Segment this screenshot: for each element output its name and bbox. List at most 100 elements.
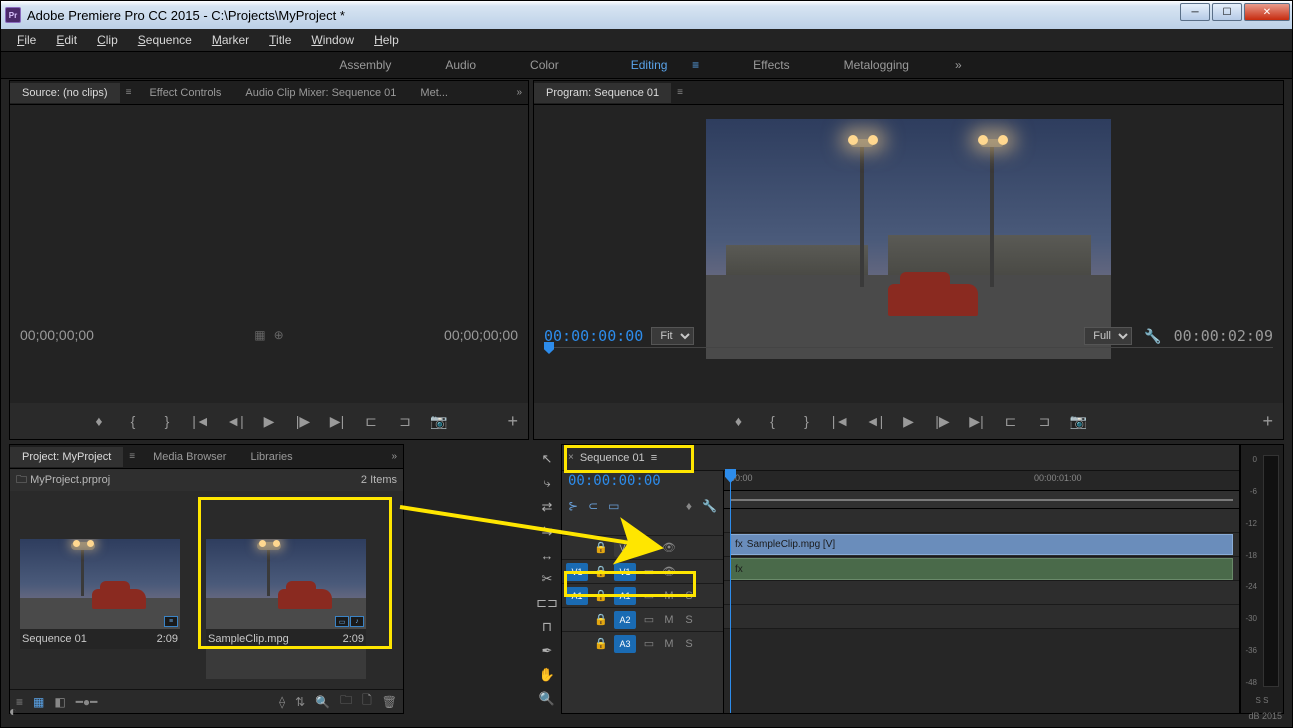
toggle-output-icon[interactable]: ▭ [642, 589, 656, 602]
icon-view-icon[interactable]: ▦ [33, 695, 44, 709]
maximize-button[interactable]: ☐ [1212, 3, 1242, 21]
pen-tool-icon[interactable]: ✒ [537, 642, 557, 660]
menu-marker[interactable]: Marker [204, 31, 257, 49]
delete-icon[interactable]: 🗑 [382, 695, 397, 709]
workspace-color[interactable]: Color [512, 54, 577, 76]
program-scrubber[interactable] [544, 347, 1273, 361]
timeline-tracks-area[interactable]: 00:00 00:00:01:00 fxSampleClip.mpg [V] f… [724, 471, 1239, 713]
menu-clip[interactable]: Clip [89, 31, 126, 49]
meter-solo-label[interactable]: S S [1241, 696, 1283, 705]
track-v2[interactable] [724, 509, 1239, 533]
tab-close-icon[interactable]: × [568, 452, 574, 463]
snap-icon[interactable]: ⊱ [568, 499, 578, 513]
step-forward-icon[interactable]: |▶ [294, 413, 312, 430]
mark-out-icon[interactable]: } [158, 413, 176, 429]
track-a1[interactable]: fx [724, 557, 1239, 581]
button-editor-icon[interactable]: + [1262, 411, 1273, 432]
track-tag-v2[interactable]: V2 [614, 539, 636, 557]
new-bin-icon[interactable]: 🗀 [340, 691, 352, 712]
track-tag-a1[interactable]: A1 [614, 587, 636, 605]
lift-icon[interactable]: ⊏ [1002, 413, 1020, 430]
source-patch-a1[interactable]: A1 [566, 587, 588, 605]
timeline-settings-icon[interactable]: ♦ [686, 499, 692, 513]
go-to-in-icon[interactable]: |◄ [192, 413, 210, 429]
workspace-audio[interactable]: Audio [427, 54, 494, 76]
add-marker-icon[interactable]: ♦ [90, 413, 108, 429]
add-marker-timeline-icon[interactable]: ▭ [608, 499, 619, 513]
menu-title[interactable]: Title [261, 31, 299, 49]
track-header-a1[interactable]: A1🔒A1▭MS [562, 583, 723, 607]
eye-icon[interactable]: 👁 [662, 541, 676, 554]
zoom-select[interactable]: Fit [651, 327, 694, 345]
slide-tool-icon[interactable]: ⊓ [537, 618, 557, 636]
quality-select[interactable]: Full [1084, 327, 1132, 345]
go-to-out-icon[interactable]: ▶| [968, 413, 986, 430]
workspace-editing[interactable]: Editing ≡ [595, 54, 717, 76]
tab-metadata[interactable]: Met... [408, 83, 460, 103]
menu-edit[interactable]: Edit [48, 31, 85, 49]
export-frame-icon[interactable]: 📷 [430, 413, 448, 430]
program-timecode-left[interactable]: 00:00:00:00 [544, 327, 643, 345]
freeform-view-icon[interactable]: ◧ [54, 695, 65, 709]
tab-libraries[interactable]: Libraries [238, 447, 304, 467]
track-header-a2[interactable]: 🔒A2▭MS [562, 607, 723, 631]
sort-icon[interactable]: ⟠ [279, 695, 285, 709]
linked-selection-icon[interactable]: ⊂ [588, 499, 598, 513]
workspace-metalogging[interactable]: Metalogging [826, 54, 927, 76]
ripple-edit-tool-icon[interactable]: ⇄ [537, 498, 557, 516]
menu-file[interactable]: File [9, 31, 44, 49]
track-header-a3[interactable]: 🔒A3▭MS [562, 631, 723, 655]
extract-icon[interactable]: ⊐ [1036, 413, 1054, 430]
timeline-ruler[interactable]: 00:00 00:00:01:00 [724, 471, 1239, 491]
close-button[interactable]: ✕ [1244, 3, 1290, 21]
mark-out-icon[interactable]: } [798, 413, 816, 429]
toggle-output-icon[interactable]: ▭ [642, 541, 656, 554]
timeline-clip-video[interactable]: fxSampleClip.mpg [V] [730, 534, 1233, 555]
toggle-output-icon[interactable]: ▭ [642, 613, 656, 626]
export-frame-icon[interactable]: 📷 [1070, 413, 1088, 430]
selection-tool-icon[interactable]: ↖ [537, 450, 557, 468]
tab-effect-controls[interactable]: Effect Controls [137, 83, 233, 103]
cc-sync-icon[interactable]: ◐ [9, 703, 17, 719]
menu-window[interactable]: Window [303, 31, 362, 49]
settings-wrench-icon[interactable]: 🔧 [1140, 328, 1165, 345]
track-select-tool-icon[interactable]: ⤷ [537, 474, 557, 492]
toggle-output-icon[interactable]: ▭ [642, 565, 656, 578]
add-marker-icon[interactable]: ♦ [730, 413, 748, 429]
panel-menu-icon[interactable]: ≡ [671, 87, 689, 98]
track-header-v1[interactable]: V1🔒V1▭👁 [562, 559, 723, 583]
track-a3[interactable] [724, 605, 1239, 629]
play-icon[interactable]: ▶ [900, 413, 918, 430]
find-icon[interactable]: 🔍 [315, 695, 330, 709]
razor-tool-icon[interactable]: ✂ [537, 570, 557, 588]
new-item-icon[interactable]: 🗋 [362, 691, 372, 712]
insert-icon[interactable]: ⊏ [362, 413, 380, 430]
lock-icon[interactable]: 🔒 [594, 637, 608, 650]
rolling-edit-tool-icon[interactable]: ⇆ [537, 522, 557, 540]
mark-in-icon[interactable]: { [124, 413, 142, 429]
lock-icon[interactable]: 🔒 [594, 565, 608, 578]
panel-overflow-icon[interactable]: » [510, 87, 528, 98]
bin-item-clip[interactable]: ▭♪ SampleClip.mpg2:09 [206, 539, 366, 679]
timeline-clip-audio[interactable]: fx [730, 558, 1233, 580]
timeline-timecode[interactable]: 00:00:00:00 [562, 471, 723, 495]
tab-audio-clip-mixer[interactable]: Audio Clip Mixer: Sequence 01 [233, 83, 408, 103]
panel-menu-icon[interactable]: ≡ [651, 452, 657, 464]
lock-icon[interactable]: 🔒 [594, 589, 608, 602]
track-tag-v1[interactable]: V1 [614, 563, 636, 581]
panel-menu-icon[interactable]: ≡ [123, 451, 141, 462]
timeline-wrench-icon[interactable]: 🔧 [702, 499, 717, 513]
play-icon[interactable]: ▶ [260, 413, 278, 430]
step-back-icon[interactable]: ◄| [226, 413, 244, 429]
rate-stretch-tool-icon[interactable]: ↔ [537, 546, 557, 564]
hand-tool-icon[interactable]: ✋ [537, 666, 557, 684]
zoom-slider[interactable]: ━●━ [76, 695, 98, 709]
step-back-icon[interactable]: ◄| [866, 413, 884, 429]
lock-icon[interactable]: 🔒 [594, 541, 608, 554]
go-to-out-icon[interactable]: ▶| [328, 413, 346, 430]
step-forward-icon[interactable]: |▶ [934, 413, 952, 430]
program-monitor[interactable] [706, 119, 1111, 359]
overwrite-icon[interactable]: ⊐ [396, 413, 414, 430]
toggle-output-icon[interactable]: ▭ [642, 637, 656, 650]
timeline-marker-bar[interactable] [724, 491, 1239, 509]
